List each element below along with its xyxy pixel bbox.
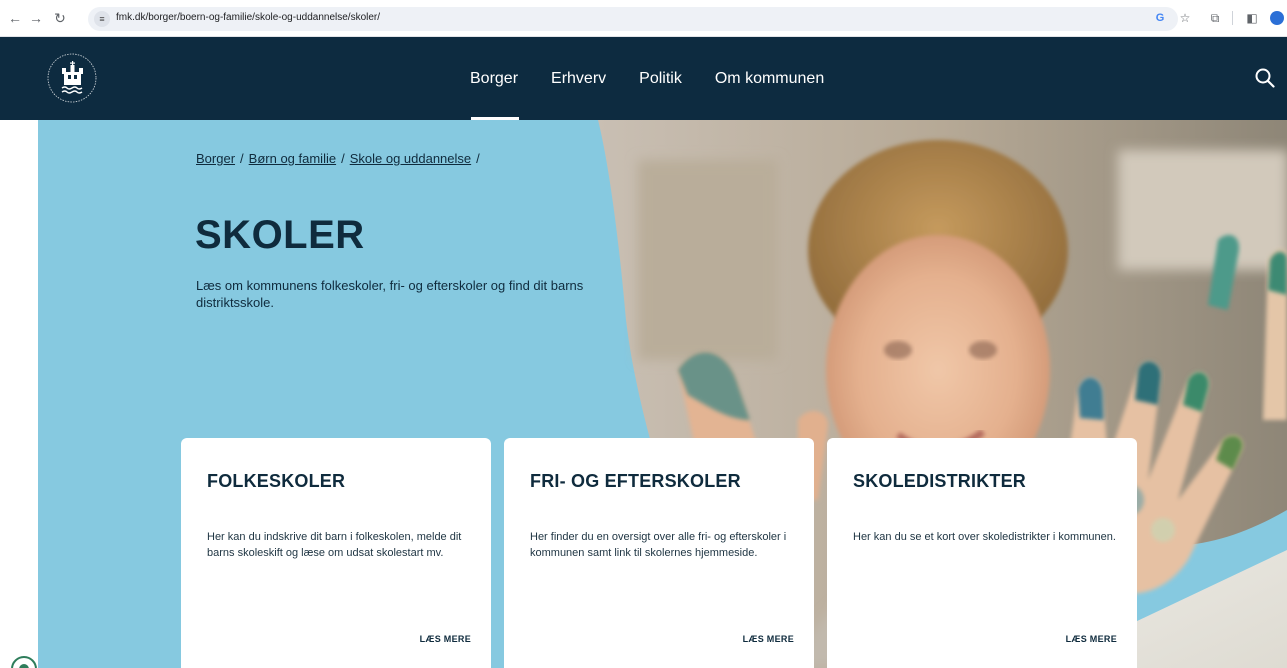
card-title: FOLKESKOLER xyxy=(207,471,346,491)
site-settings-icon[interactable]: ≡ xyxy=(94,11,110,27)
bookmark-star-icon[interactable]: ☆ xyxy=(1177,9,1193,27)
card-folkeskoler[interactable]: FOLKESKOLER Her kan du indskrive dit bar… xyxy=(181,438,491,668)
back-icon[interactable]: ← xyxy=(6,8,24,28)
google-lens-icon[interactable]: G xyxy=(1152,9,1168,27)
municipality-logo[interactable] xyxy=(38,48,114,108)
card-title: FRI- OG EFTERSKOLER xyxy=(530,471,741,491)
read-more-link[interactable]: LÆS MERE xyxy=(420,634,471,644)
breadcrumb-separator: / xyxy=(476,151,480,166)
breadcrumb-separator: / xyxy=(341,151,345,166)
nav-item-politik[interactable]: Politik xyxy=(639,67,682,91)
card-title: SKOLEDISTRIKTER xyxy=(853,471,1027,491)
browser-toolbar: ← → ↻ ≡ fmk.dk/borger/boern-og-familie/s… xyxy=(0,0,1287,37)
card-description: Her kan du indskrive dit barn i folkesko… xyxy=(207,531,462,559)
breadcrumb-link-borger[interactable]: Borger xyxy=(196,151,235,166)
forward-icon[interactable]: → xyxy=(27,8,45,28)
search-icon[interactable] xyxy=(1254,67,1276,89)
read-more-link[interactable]: LÆS MERE xyxy=(1066,634,1117,644)
breadcrumb-separator: / xyxy=(240,151,244,166)
nav-item-erhverv[interactable]: Erhverv xyxy=(551,67,606,91)
card-description: Her kan du se et kort over skoledistrikt… xyxy=(853,531,1116,543)
card-fri-og-efterskoler[interactable]: FRI- OG EFTERSKOLER Her finder du en ove… xyxy=(504,438,814,668)
address-bar[interactable]: ≡ fmk.dk/borger/boern-og-familie/skole-o… xyxy=(88,7,1178,31)
toolbar-divider xyxy=(1232,11,1233,25)
nav-item-borger[interactable]: Borger xyxy=(470,67,520,120)
page-title: SKOLER xyxy=(195,213,365,257)
breadcrumb-link-born-og-familie[interactable]: Børn og familie xyxy=(249,151,336,166)
breadcrumb: Borger / Børn og familie / Skole og uddannel… xyxy=(196,151,485,166)
address-url[interactable]: fmk.dk/borger/boern-og-familie/skole-og-… xyxy=(116,12,380,23)
nav-item-om-kommunen[interactable]: Om kommunen xyxy=(715,67,824,91)
extensions-icon[interactable]: ⧉ xyxy=(1207,9,1223,27)
main-navigation: Borger Erhverv Politik Om kommunen xyxy=(470,67,857,120)
reload-icon[interactable]: ↻ xyxy=(51,8,69,28)
card-skoledistrikter[interactable]: SKOLEDISTRIKTER Her kan du se et kort ov… xyxy=(827,438,1137,668)
page-intro: Læs om kommunens folkeskoler, fri- og ef… xyxy=(196,278,584,310)
side-panel-icon[interactable]: ◧ xyxy=(1244,9,1260,27)
profile-avatar-icon[interactable] xyxy=(1270,11,1284,25)
cookie-settings-icon[interactable] xyxy=(10,655,38,668)
site-header: Borger Erhverv Politik Om kommunen xyxy=(0,37,1287,120)
breadcrumb-link-skole-og-uddannelse[interactable]: Skole og uddannelse xyxy=(350,151,471,166)
read-more-link[interactable]: LÆS MERE xyxy=(743,634,794,644)
card-description: Her finder du en oversigt over alle fri-… xyxy=(530,531,787,559)
